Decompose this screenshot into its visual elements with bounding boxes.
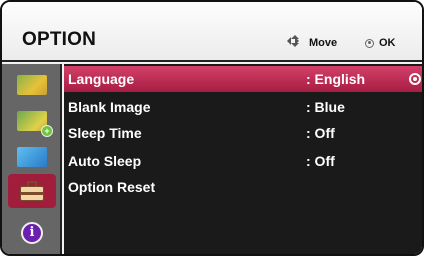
menu-row-label: Sleep Time <box>68 125 142 141</box>
briefcase-icon <box>20 181 44 201</box>
menu-row-label: Option Reset <box>68 179 156 195</box>
menu-row-value: : English <box>306 71 366 87</box>
picture-plus-icon: + <box>17 111 53 137</box>
sidebar-item-info[interactable]: i <box>8 218 56 248</box>
move-hint-label: Move <box>309 37 338 49</box>
osd-window: OPTION Move OK + i Language: English Bl… <box>0 0 424 256</box>
screen-icon <box>17 147 47 167</box>
menu-row-auto-sleep[interactable]: Auto Sleep : Off <box>64 148 422 174</box>
direction-pad-icon <box>285 33 305 53</box>
select-indicator-icon <box>409 73 421 85</box>
info-icon: i <box>21 222 43 244</box>
move-hint: Move <box>285 33 337 53</box>
picture-icon <box>17 75 47 95</box>
ok-hint-label: OK <box>379 37 396 49</box>
menu-title: OPTION <box>22 29 97 50</box>
category-sidebar: + i <box>2 64 62 254</box>
sidebar-item-option[interactable] <box>8 174 56 208</box>
option-menu: Language : English Blank Image : Blue Sl… <box>64 64 422 254</box>
menu-row-value: : Off <box>306 125 335 141</box>
menu-row-option-reset[interactable]: Option Reset <box>64 174 422 200</box>
menu-row-label: Blank Image <box>68 99 151 115</box>
menu-row-blank-image[interactable]: Blank Image : Blue <box>64 94 422 120</box>
menu-row-language[interactable]: Language : English <box>64 66 422 92</box>
menu-row-value: : Blue <box>306 99 345 115</box>
menu-row-label: Auto Sleep <box>68 153 142 169</box>
menu-row-label: Language <box>68 71 135 87</box>
ok-button-icon <box>365 38 374 48</box>
menu-row-value: : Off <box>306 153 335 169</box>
sidebar-item-picture-settings[interactable]: + <box>8 106 56 137</box>
menu-row-sleep-time[interactable]: Sleep Time : Off <box>64 120 422 146</box>
sidebar-item-screen[interactable] <box>8 142 56 172</box>
sidebar-item-picture[interactable] <box>8 70 56 100</box>
ok-hint: OK <box>365 37 396 49</box>
menu-header: OPTION Move OK <box>2 2 422 62</box>
